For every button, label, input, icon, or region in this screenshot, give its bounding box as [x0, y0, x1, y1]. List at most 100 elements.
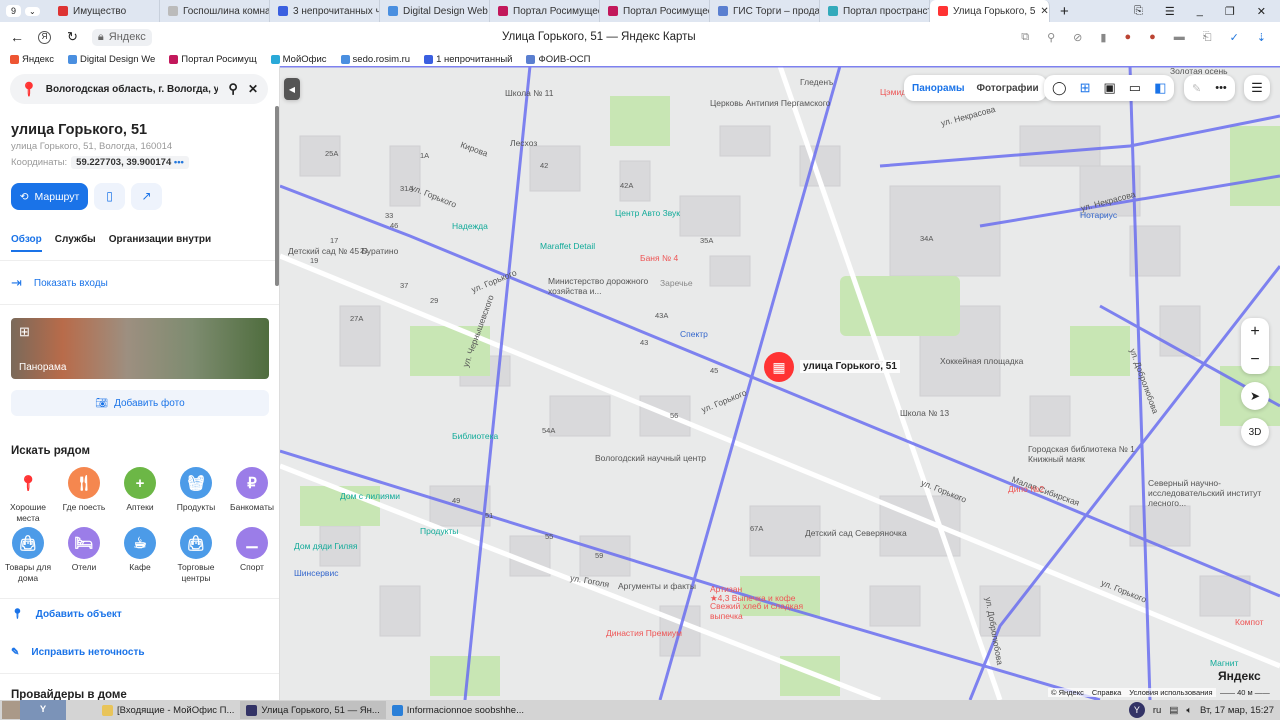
camera-icon[interactable]: ▣: [1103, 80, 1115, 96]
coords-chip[interactable]: 59.227703, 39.900174 •••: [71, 156, 189, 169]
map-poi[interactable]: Продукты: [420, 526, 458, 536]
tab-overview[interactable]: Обзор: [11, 234, 42, 252]
ruler-icon[interactable]: ✎: [1192, 82, 1201, 95]
taskbar-window[interactable]: Informacionnoe soobshhe...: [386, 701, 530, 719]
nearby-category[interactable]: 👜︎ Торговые центры: [168, 527, 224, 583]
search-input[interactable]: 📍︎ Вологодская область, г. Вологда, ул. …: [10, 74, 268, 104]
traffic-icon[interactable]: ◯: [1052, 80, 1067, 96]
browser-tab[interactable]: Портал Росимущест: [490, 0, 600, 22]
nearby-category[interactable]: 👜︎ Товары для дома: [0, 527, 56, 583]
more-icon[interactable]: •••: [1215, 82, 1227, 94]
bookmarks-icon[interactable]: ⎘: [1134, 5, 1143, 18]
map-poi[interactable]: Династия Премиум: [606, 628, 682, 638]
selected-place-marker[interactable]: ▦: [764, 352, 794, 382]
map-poi[interactable]: Дом дяди Гиляя: [294, 541, 357, 551]
browser-tab[interactable]: Имущество: [50, 0, 160, 22]
nearby-category[interactable]: ₽ Банкоматы: [224, 467, 279, 513]
taskbar-window[interactable]: Улица Горького, 51 — Ян...: [240, 701, 386, 719]
panoramas-tab[interactable]: Панорамы: [912, 83, 965, 94]
tab-counter[interactable]: 9: [6, 5, 22, 17]
map-poi[interactable]: Библиотека: [452, 431, 498, 441]
nearby-category[interactable]: ⚊ Спорт: [224, 527, 279, 573]
chevron-down-icon[interactable]: ⌄: [25, 6, 40, 16]
map-poi[interactable]: Компот: [1235, 617, 1264, 627]
browser-tab[interactable]: Портал Росимущест: [600, 0, 710, 22]
more-icon[interactable]: •••: [174, 157, 184, 168]
taskbar-window[interactable]: [Входящие - МойОфис П...: [96, 701, 240, 719]
browser-tab[interactable]: ГИС Торги – продаж: [710, 0, 820, 22]
map-poi[interactable]: Церковь Антипия Пергамского: [710, 98, 830, 108]
nearby-category[interactable]: + Аптеки: [112, 467, 168, 513]
map-poi[interactable]: Детский сад № 45 Буратино: [288, 246, 398, 256]
minimize-button[interactable]: _: [1197, 5, 1203, 18]
map-poi[interactable]: Вологодский научный центр: [595, 453, 706, 463]
extension-icon[interactable]: ⎗: [1203, 31, 1212, 44]
route-button[interactable]: ⟲ Маршрут: [11, 183, 88, 210]
extension-icon[interactable]: ✓: [1230, 31, 1239, 44]
panorama-preview[interactable]: ⊞ Панорама: [11, 318, 269, 379]
bookmark-item[interactable]: Яндекс: [10, 54, 54, 65]
map-poi[interactable]: Нотариус: [1080, 210, 1117, 220]
sidebar-scrollbar[interactable]: [275, 106, 279, 286]
map-poi[interactable]: Министерство дорожного хозяйства и...: [548, 276, 668, 296]
bookmark-item[interactable]: sedo.rosim.ru: [340, 54, 410, 65]
photos-tab[interactable]: Фотографии: [977, 83, 1039, 94]
nearby-category[interactable]: 🍴︎ Где поесть: [56, 467, 112, 513]
fix-error-link[interactable]: ✎ Исправить неточность: [11, 647, 145, 658]
browser-launcher-icon[interactable]: Y: [20, 700, 66, 720]
map-poi[interactable]: Дом с лилиями: [340, 491, 400, 501]
url-field[interactable]: 🔒︎ Яндекс: [91, 28, 152, 46]
clear-icon[interactable]: ✕: [248, 82, 258, 96]
back-icon[interactable]: ←: [10, 29, 24, 45]
bookmark-item[interactable]: Digital Design We: [67, 54, 155, 65]
restore-button[interactable]: ❐: [1225, 5, 1235, 18]
save-bookmark-button[interactable]: ▯: [94, 183, 125, 210]
tab-organizations[interactable]: Организации внутри: [109, 234, 211, 252]
network-icon[interactable]: ▤: [1169, 705, 1178, 716]
extension-icon[interactable]: ▬: [1174, 31, 1185, 44]
nearby-category[interactable]: 🧺︎ Продукты: [168, 467, 224, 513]
nearby-category[interactable]: 🛏︎ Отели: [56, 527, 112, 573]
map-poi[interactable]: Аргументы и факты: [618, 581, 696, 591]
new-tab-button[interactable]: +: [1050, 3, 1079, 20]
map-poi[interactable]: Свежий хлеб и сладкая выпечка: [710, 601, 830, 621]
map-poi[interactable]: Баня № 4: [640, 253, 678, 263]
map-poi[interactable]: Городская библиотека № 1 Книжный маяк: [1028, 444, 1148, 464]
incognito-icon[interactable]: ⊘: [1073, 31, 1082, 44]
browser-tab[interactable]: Госпошлина комнат: [160, 0, 270, 22]
map-poi[interactable]: Спектр: [680, 329, 708, 339]
map-poi[interactable]: Надежда: [452, 221, 488, 231]
bookmark-item[interactable]: ФОИВ-ОСП: [526, 54, 591, 65]
map-poi[interactable]: Детский сад Северяночка: [805, 528, 907, 538]
my-location-button[interactable]: ➤: [1241, 382, 1269, 410]
nearby-category[interactable]: ☕︎ Кафе: [112, 527, 168, 573]
menu-icon[interactable]: ☰: [1165, 5, 1175, 18]
terms-link[interactable]: Условия использования: [1129, 688, 1212, 697]
share-button[interactable]: ↗: [131, 183, 162, 210]
add-object-link[interactable]: 📍︎ Добавить объект: [11, 609, 122, 620]
bookmark-item[interactable]: Портал Росимущ: [169, 54, 257, 65]
map-poi[interactable]: Школа № 13: [900, 408, 949, 418]
map-poi[interactable]: Школа № 11: [505, 88, 554, 98]
map-panel-toggle[interactable]: ◀: [284, 78, 300, 100]
browser-tab[interactable]: Улица Горького, 5 ✕: [930, 0, 1050, 22]
yandex-icon[interactable]: Я: [38, 30, 51, 44]
map-poi[interactable]: Шинсервис: [294, 568, 338, 578]
show-entrances-link[interactable]: ⇥ Показать входы: [11, 275, 108, 291]
zoom-out-button[interactable]: −: [1250, 351, 1259, 369]
browser-tab[interactable]: 3 непрочитанных ча: [270, 0, 380, 22]
map-poi[interactable]: Цэмид: [880, 87, 906, 97]
bookmark-item[interactable]: 1 непрочитанный: [424, 54, 512, 65]
bookmark-icon[interactable]: ▮: [1100, 31, 1106, 44]
map-poi[interactable]: Maraffet Detail: [540, 241, 595, 251]
files-icon[interactable]: [2, 701, 20, 719]
translate-icon[interactable]: ⧉: [1021, 31, 1029, 44]
browser-tab[interactable]: Digital Design Web C: [380, 0, 490, 22]
language-indicator[interactable]: ru: [1153, 705, 1161, 716]
layers-icon[interactable]: ◧: [1154, 80, 1166, 96]
map-poi[interactable]: Лесхоз: [510, 138, 537, 148]
reload-icon[interactable]: ↻: [67, 29, 78, 45]
download-icon[interactable]: ⇣: [1257, 31, 1266, 44]
bus-icon[interactable]: ▭: [1129, 80, 1141, 96]
extension-icon[interactable]: ●: [1124, 31, 1131, 44]
